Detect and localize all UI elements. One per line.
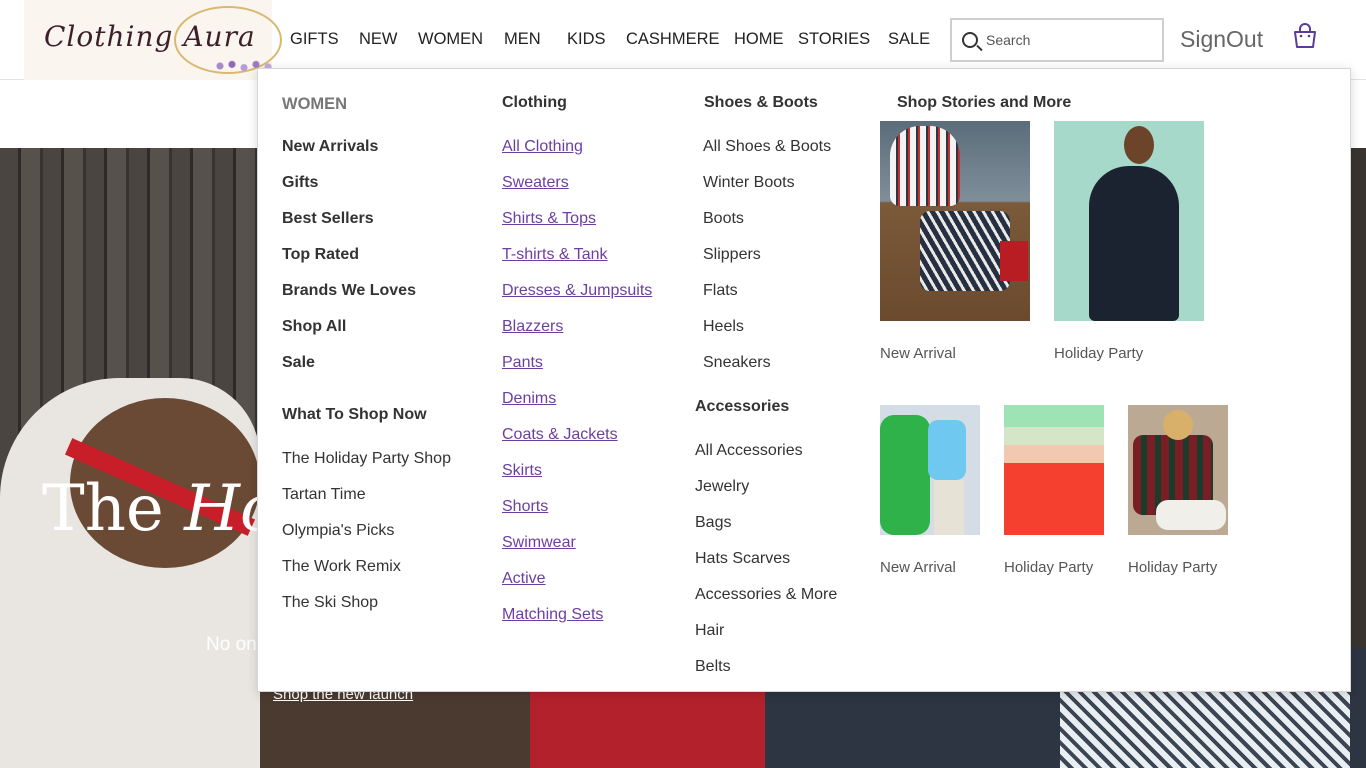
shoes-link-slippers[interactable]: Slippers <box>703 246 761 264</box>
hero-title-plain: The <box>42 472 185 546</box>
clothing-link-pants[interactable]: Pants <box>502 354 543 372</box>
logo-text: Clothing Aura <box>44 20 256 53</box>
women-link-brands[interactable]: Brands We Loves <box>282 282 416 300</box>
shopping-bag-icon[interactable] <box>1292 23 1318 49</box>
story-tile-new-arrival-1[interactable] <box>880 121 1030 321</box>
women-link-shop-all[interactable]: Shop All <box>282 318 346 336</box>
shop-now-link-holiday-party[interactable]: The Holiday Party Shop <box>282 450 451 468</box>
nav-sale[interactable]: SALE <box>888 30 930 49</box>
clothing-link-shirts[interactable]: Shirts & Tops <box>502 210 596 228</box>
clothing-link-denims[interactable]: Denims <box>502 390 556 408</box>
story-caption-4[interactable]: Holiday Party <box>1004 559 1093 576</box>
hero-sweater <box>1060 688 1350 768</box>
shop-now-link-work-remix[interactable]: The Work Remix <box>282 558 401 576</box>
women-link-sale[interactable]: Sale <box>282 354 315 372</box>
women-link-gifts[interactable]: Gifts <box>282 174 318 192</box>
search-input[interactable] <box>986 28 1156 52</box>
search-icon <box>962 32 978 48</box>
nav-gifts[interactable]: GIFTS <box>290 30 339 49</box>
search-box[interactable] <box>950 18 1164 62</box>
nav-home[interactable]: HOME <box>734 30 784 49</box>
women-heading: WOMEN <box>282 95 348 113</box>
what-to-shop-heading: What To Shop Now <box>282 406 427 423</box>
accessories-link-all[interactable]: All Accessories <box>695 442 803 460</box>
brand-logo[interactable]: Clothing Aura <box>24 0 282 80</box>
story-caption-2[interactable]: Holiday Party <box>1054 345 1143 362</box>
story-caption-1[interactable]: New Arrival <box>880 345 956 362</box>
signout-link[interactable]: SignOut <box>1180 26 1263 53</box>
shoes-link-all[interactable]: All Shoes & Boots <box>703 138 831 156</box>
shoes-link-sneakers[interactable]: Sneakers <box>703 354 771 372</box>
clothing-link-dresses[interactable]: Dresses & Jumpsuits <box>502 282 652 300</box>
shop-now-link-tartan[interactable]: Tartan Time <box>282 486 366 504</box>
nav-men[interactable]: MEN <box>504 30 541 49</box>
story-tile-new-arrival-2[interactable] <box>880 405 980 535</box>
story-tile-holiday-party-3[interactable] <box>1128 405 1228 535</box>
shoes-link-boots[interactable]: Boots <box>703 210 744 228</box>
accessories-link-bags[interactable]: Bags <box>695 514 731 532</box>
shoes-link-heels[interactable]: Heels <box>703 318 744 336</box>
women-mega-menu: WOMEN New Arrivals Gifts Best Sellers To… <box>257 68 1351 692</box>
women-link-new-arrivals[interactable]: New Arrivals <box>282 138 378 156</box>
story-caption-3[interactable]: New Arrival <box>880 559 956 576</box>
shoes-heading: Shoes & Boots <box>704 94 818 111</box>
clothing-link-blazzers[interactable]: Blazzers <box>502 318 563 336</box>
shoes-link-flats[interactable]: Flats <box>703 282 738 300</box>
clothing-heading: Clothing <box>502 94 567 111</box>
clothing-link-coats[interactable]: Coats & Jackets <box>502 426 618 444</box>
clothing-link-all[interactable]: All Clothing <box>502 138 583 156</box>
accessories-link-hats-scarves[interactable]: Hats Scarves <box>695 550 790 568</box>
clothing-link-sweaters[interactable]: Sweaters <box>502 174 569 192</box>
nav-kids[interactable]: KIDS <box>567 30 606 49</box>
nav-women[interactable]: WOMEN <box>418 30 483 49</box>
clothing-link-shorts[interactable]: Shorts <box>502 498 548 516</box>
women-link-top-rated[interactable]: Top Rated <box>282 246 359 264</box>
story-caption-5[interactable]: Holiday Party <box>1128 559 1217 576</box>
clothing-link-matching-sets[interactable]: Matching Sets <box>502 606 603 624</box>
accessories-link-hair[interactable]: Hair <box>695 622 724 640</box>
shop-now-link-ski-shop[interactable]: The Ski Shop <box>282 594 378 612</box>
clothing-link-skirts[interactable]: Skirts <box>502 462 542 480</box>
stories-heading: Shop Stories and More <box>897 94 1072 111</box>
clothing-link-swimwear[interactable]: Swimwear <box>502 534 576 552</box>
accessories-link-belts[interactable]: Belts <box>695 658 731 676</box>
clothing-link-tshirts[interactable]: T-shirts & Tank <box>502 246 608 264</box>
nav-new[interactable]: NEW <box>359 30 398 49</box>
women-link-best-sellers[interactable]: Best Sellers <box>282 210 374 228</box>
nav-cashmere[interactable]: CASHMERE <box>626 30 720 49</box>
nav-stories[interactable]: STORIES <box>798 30 870 49</box>
shop-now-link-olympia[interactable]: Olympia's Picks <box>282 522 394 540</box>
clothing-link-active[interactable]: Active <box>502 570 546 588</box>
story-tile-holiday-party-1[interactable] <box>1054 121 1204 321</box>
accessories-heading: Accessories <box>695 398 790 415</box>
accessories-link-more[interactable]: Accessories & More <box>695 586 837 604</box>
hero-subtitle: No on <box>206 634 257 655</box>
shoes-link-winter-boots[interactable]: Winter Boots <box>703 174 795 192</box>
accessories-link-jewelry[interactable]: Jewelry <box>695 478 749 496</box>
story-tile-holiday-party-2[interactable] <box>1004 405 1104 535</box>
